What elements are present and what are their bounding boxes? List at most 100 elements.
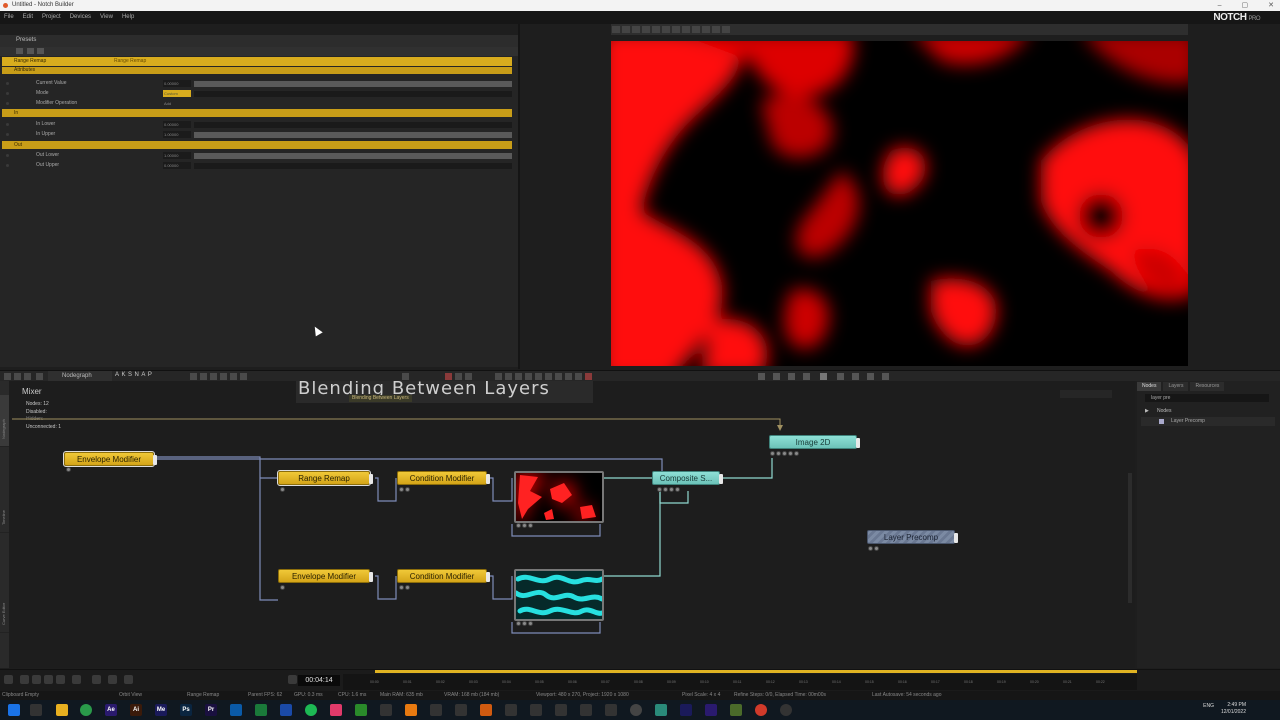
timeline-track[interactable]: 00:00 00:01 00:02 00:03 00:04 00:05 00:0… (343, 674, 1137, 690)
toolbar-icon[interactable] (210, 373, 217, 380)
app-icon[interactable] (330, 704, 342, 716)
viewport-tool-icon[interactable] (682, 26, 690, 33)
viewport-tool-icon[interactable] (612, 26, 620, 33)
app-icon[interactable] (430, 704, 442, 716)
record-icon[interactable] (445, 373, 452, 380)
tree-root-nodes[interactable]: ▶ Nodes (1141, 407, 1275, 416)
app-icon[interactable] (455, 704, 467, 716)
keyframe-dot-icon[interactable] (6, 102, 9, 105)
menu-edit[interactable]: Edit (23, 11, 33, 24)
viewport-tool-icon[interactable] (702, 26, 710, 33)
mode-select[interactable]: Custom (163, 90, 191, 97)
property-row-mode[interactable]: Mode Custom (2, 89, 512, 98)
node-collapse-handle[interactable] (486, 572, 490, 582)
app-icon[interactable] (505, 704, 517, 716)
viewport-tool-icon[interactable] (672, 26, 680, 33)
toolbar-icon[interactable] (585, 373, 592, 380)
panel-menu-icon[interactable] (24, 373, 31, 380)
app-icon[interactable] (705, 704, 717, 716)
tab-resources[interactable]: Resources (1190, 382, 1225, 391)
menu-file[interactable]: File (4, 11, 14, 24)
outlook-icon[interactable] (230, 704, 242, 716)
property-row-current-value[interactable]: Current Value 0.00000 (2, 79, 512, 88)
search-icon[interactable] (30, 704, 42, 716)
node-ports[interactable] (770, 451, 799, 457)
keyframe-dot-icon[interactable] (6, 92, 9, 95)
property-row-out-lower[interactable]: Out Lower 1.00000 (2, 151, 512, 160)
nodegraph-view-controls[interactable] (1060, 390, 1112, 398)
app-icon[interactable] (730, 704, 742, 716)
close-button[interactable]: ✕ (1268, 0, 1274, 11)
node-collapse-handle[interactable] (369, 474, 373, 484)
timeline-marker-icon[interactable] (288, 675, 297, 684)
panel-menu-icon[interactable] (14, 373, 21, 380)
minimize-button[interactable]: – (1218, 0, 1222, 11)
toolbar-icon[interactable] (402, 373, 409, 380)
menu-help[interactable]: Help (122, 11, 134, 24)
vlc-icon[interactable] (405, 704, 417, 716)
toolbar-icon[interactable] (545, 373, 552, 380)
modifier-operation-select[interactable]: Add (163, 100, 191, 107)
next-frame-icon[interactable] (837, 373, 844, 380)
node-thumbnail-cyan[interactable] (514, 569, 604, 621)
toolbar-icon[interactable] (525, 373, 532, 380)
app-icon[interactable] (780, 704, 792, 716)
viewport-tool-icon[interactable] (692, 26, 700, 33)
node-collapse-handle[interactable] (486, 474, 490, 484)
node-range-remap[interactable]: Range Remap (277, 470, 373, 486)
keyframe-dot-icon[interactable] (6, 164, 9, 167)
keyframe-dot-icon[interactable] (6, 154, 9, 157)
app-icon[interactable] (530, 704, 542, 716)
section-in[interactable]: In (2, 109, 512, 117)
viewport-tool-icon[interactable] (652, 26, 660, 33)
menu-project[interactable]: Project (42, 11, 61, 24)
app-icon[interactable] (655, 704, 667, 716)
word-icon[interactable] (280, 704, 292, 716)
tab-nodes[interactable]: Nodes (1137, 382, 1162, 391)
close-icon[interactable] (37, 48, 45, 54)
timeline-tool-icon[interactable] (20, 675, 29, 684)
timeline-tool-icon[interactable] (72, 675, 81, 684)
node-collapse-handle[interactable] (954, 533, 958, 543)
node-search-input[interactable]: layer pre (1145, 394, 1269, 402)
keyframe-dot-icon[interactable] (6, 123, 9, 126)
property-row-modifier-operation[interactable]: Modifier Operation Add (2, 99, 512, 108)
panel-splitter[interactable] (518, 24, 520, 369)
in-lower-slider[interactable] (194, 122, 512, 128)
out-upper-field[interactable]: 0.00000 (163, 162, 191, 169)
node-ports[interactable] (280, 585, 285, 591)
settings-gear-icon[interactable] (4, 675, 13, 684)
target-icon[interactable] (26, 48, 34, 54)
current-value-field[interactable]: 0.00000 (163, 80, 191, 87)
section-attributes[interactable]: Attributes (2, 67, 512, 74)
app-icon[interactable] (355, 704, 367, 716)
app-icon[interactable] (605, 704, 617, 716)
property-row-out-upper[interactable]: Out Upper 0.00000 (2, 161, 512, 170)
nodegraph-canvas[interactable]: Nodegraph Timeline Curve Editor Mixer No… (0, 381, 1135, 668)
skip-start-icon[interactable] (758, 373, 765, 380)
timeline-tool-icon[interactable] (92, 675, 101, 684)
spotify-icon[interactable] (305, 704, 317, 716)
node-composite[interactable]: Composite S... (652, 471, 723, 485)
node-image-2d[interactable]: Image 2D (769, 435, 860, 449)
tab-layers[interactable]: Layers (1163, 382, 1189, 391)
out-lower-slider[interactable] (194, 153, 512, 159)
toolbar-icon[interactable] (455, 373, 462, 380)
in-lower-field[interactable]: 0.00000 (163, 121, 191, 128)
timeline-tool-icon[interactable] (124, 675, 133, 684)
app-icon[interactable] (680, 704, 692, 716)
keyframe-dot-icon[interactable] (6, 82, 9, 85)
in-upper-field[interactable]: 1.00000 (163, 131, 191, 138)
toolbar-icon[interactable] (240, 373, 247, 380)
node-envelope-modifier-2[interactable]: Envelope Modifier (278, 569, 373, 583)
toolbar-icon[interactable] (220, 373, 227, 380)
taskbar-app-4[interactable]: Ps (180, 704, 192, 716)
previous-frame-icon[interactable] (803, 373, 810, 380)
node-ports[interactable] (399, 487, 410, 493)
toolbar-icon[interactable] (515, 373, 522, 380)
file-explorer-icon[interactable] (56, 704, 68, 716)
skip-end-icon[interactable] (882, 373, 889, 380)
language-indicator[interactable]: ENG (1203, 703, 1214, 709)
toolbar-icon[interactable] (535, 373, 542, 380)
system-clock[interactable]: 2:49 PM 12/01/2022 (1221, 702, 1246, 716)
